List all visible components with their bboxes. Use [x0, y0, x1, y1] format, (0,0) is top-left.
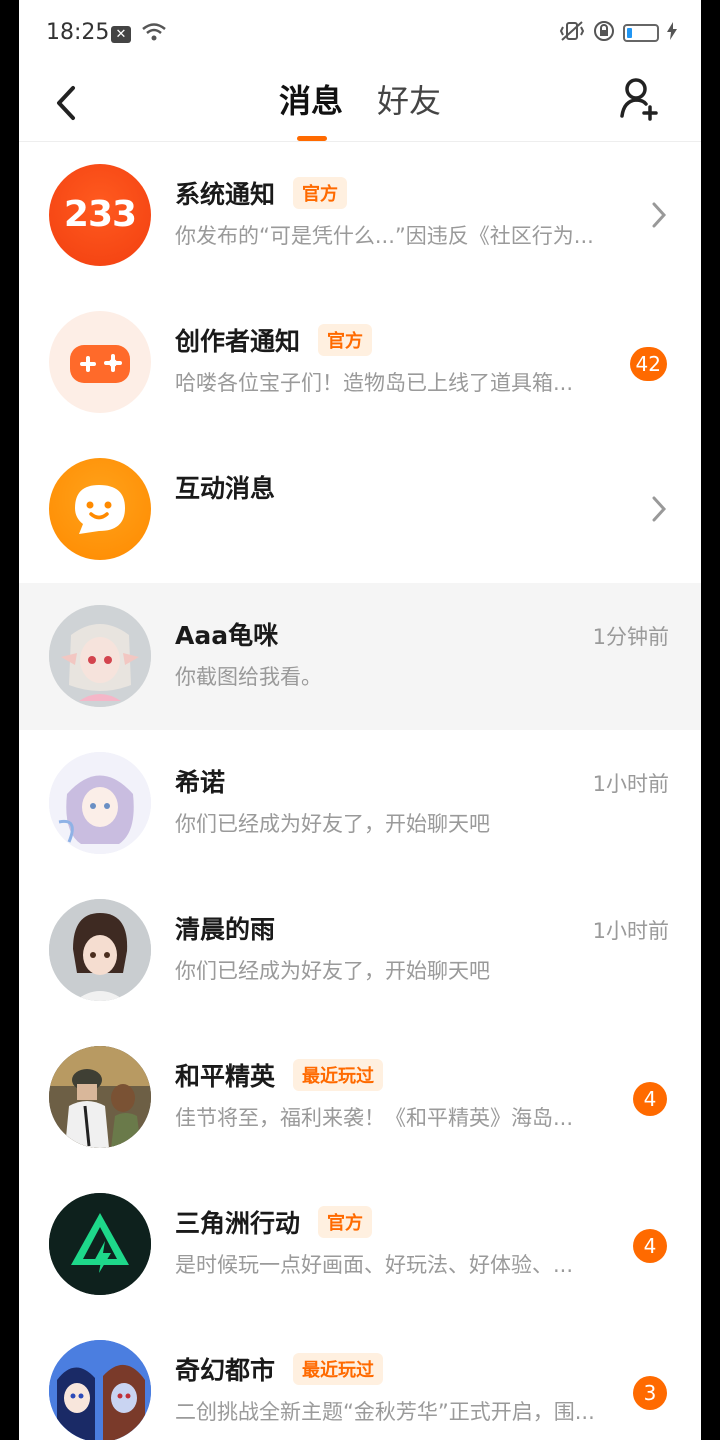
official-badge: 官方: [318, 1206, 373, 1238]
game-avatar: [49, 1340, 151, 1440]
message-preview: 佳节将至，福利来袭！《和平精英》海岛...: [175, 1106, 574, 1130]
message-time: 1小时前: [592, 772, 669, 796]
chevron-right-icon: [651, 200, 667, 234]
chevron-right-icon: [651, 494, 667, 528]
game-avatar: [49, 1046, 151, 1148]
message-preview: 二创挑战全新主题“金秋芳华”正式开启，围...: [175, 1400, 595, 1424]
user-avatar: [49, 752, 151, 854]
recently-played-badge: 最近玩过: [293, 1059, 384, 1091]
message-preview: 你们已经成为好友了，开始聊天吧: [175, 812, 490, 836]
user-avatar: [49, 605, 151, 707]
back-button[interactable]: [51, 78, 81, 130]
conversation-name: 奇幻都市: [175, 1356, 276, 1385]
notification-x-icon: ✕: [111, 26, 131, 43]
user-avatar: [49, 899, 151, 1001]
name-line: 清晨的雨: [175, 909, 275, 947]
unread-count-badge: 4: [633, 1229, 667, 1263]
wifi-icon: [141, 22, 167, 46]
messages-screen: 18:25 ✕ 消息 好友 233 系统通知 官方 你发布的“可是凭什么...”…: [19, 0, 701, 1440]
add-friend-icon[interactable]: [619, 74, 661, 126]
active-tab-indicator: [297, 136, 327, 141]
unread-count-badge: 4: [633, 1082, 667, 1116]
battery-icon: [623, 24, 659, 42]
status-time: 18:25: [46, 20, 110, 45]
name-line: 系统通知 官方: [175, 174, 348, 212]
conversation-user-xinuo[interactable]: 希诺 你们已经成为好友了，开始聊天吧 1小时前: [19, 730, 701, 877]
conversation-creator-notice[interactable]: 创作者通知 官方 哈喽各位宝子们！造物岛已上线了道具箱... 42: [19, 289, 701, 436]
conversation-system-notice[interactable]: 233 系统通知 官方 你发布的“可是凭什么...”因违反《社区行为...: [19, 142, 701, 289]
message-preview: 你发布的“可是凭什么...”因违反《社区行为...: [175, 224, 594, 248]
conversation-interaction[interactable]: 互动消息: [19, 436, 701, 583]
message-preview: 你截图给我看。: [175, 665, 322, 689]
avatar-logo-text: 233: [63, 194, 137, 235]
official-badge: 官方: [293, 177, 348, 209]
official-badge: 官方: [318, 324, 373, 356]
conversation-name: 创作者通知: [175, 327, 301, 356]
tab-friends[interactable]: 好友: [377, 76, 441, 122]
status-bar: 18:25 ✕: [19, 0, 701, 70]
conversation-name: 和平精英: [175, 1062, 276, 1091]
conversation-game-fantasy-city[interactable]: 奇幻都市 最近玩过 二创挑战全新主题“金秋芳华”正式开启，围... 3: [19, 1318, 701, 1440]
conversation-name: 互动消息: [175, 474, 276, 503]
name-line: Aaa龟咪: [175, 615, 278, 653]
vibrate-icon: [559, 20, 585, 46]
name-line: 和平精英 最近玩过: [175, 1056, 384, 1094]
name-line: 互动消息: [175, 468, 275, 506]
conversation-name: Aaa龟咪: [175, 621, 279, 650]
conversation-user-aaa[interactable]: Aaa龟咪 你截图给我看。 1分钟前: [19, 583, 701, 730]
conversation-game-peace-elite[interactable]: 和平精英 最近玩过 佳节将至，福利来袭！《和平精英》海岛... 4: [19, 1024, 701, 1171]
conversation-name: 希诺: [175, 768, 226, 797]
unread-count-badge: 3: [633, 1376, 667, 1410]
message-time: 1小时前: [592, 919, 669, 943]
name-line: 创作者通知 官方: [175, 321, 373, 359]
delta-logo-icon: [49, 1193, 151, 1295]
conversation-name: 三角洲行动: [175, 1209, 301, 1238]
charging-icon: [667, 22, 677, 44]
message-time: 1分钟前: [592, 625, 669, 649]
status-right-icons: [559, 20, 677, 46]
conversation-game-delta-force[interactable]: 三角洲行动 官方 是时候玩一点好画面、好玩法、好体验、... 4: [19, 1171, 701, 1318]
rotation-lock-icon: [593, 20, 615, 46]
recently-played-badge: 最近玩过: [293, 1353, 384, 1385]
message-preview: 是时候玩一点好画面、好玩法、好体验、...: [175, 1253, 574, 1277]
message-preview: 你们已经成为好友了，开始聊天吧: [175, 959, 490, 983]
conversation-list: 233 系统通知 官方 你发布的“可是凭什么...”因违反《社区行为... 创作…: [19, 142, 701, 1440]
name-line: 奇幻都市 最近玩过: [175, 1350, 384, 1388]
top-nav: 消息 好友: [19, 70, 701, 142]
conversation-name: 清晨的雨: [175, 915, 276, 944]
name-line: 三角洲行动 官方: [175, 1203, 373, 1241]
tab-messages[interactable]: 消息: [279, 76, 343, 122]
name-line: 希诺: [175, 762, 225, 800]
unread-count-badge: 42: [629, 347, 667, 381]
conversation-name: 系统通知: [175, 180, 276, 209]
gamepad-icon: [49, 311, 151, 413]
message-preview: 哈喽各位宝子们！造物岛已上线了道具箱...: [175, 371, 574, 395]
233-logo-icon: 233: [49, 164, 151, 266]
conversation-user-qingchen[interactable]: 清晨的雨 你们已经成为好友了，开始聊天吧 1小时前: [19, 877, 701, 1024]
chat-smile-icon: [49, 458, 151, 560]
